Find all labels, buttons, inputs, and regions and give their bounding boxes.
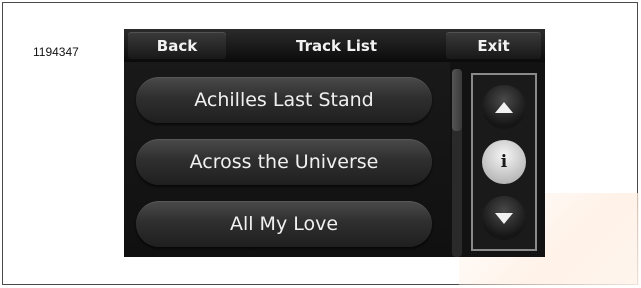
figure-number: 1194347 — [33, 45, 79, 59]
back-button[interactable]: Back — [128, 32, 226, 59]
scroll-up-button[interactable] — [482, 85, 526, 129]
screen-title: Track List — [296, 36, 377, 55]
triangle-down-icon — [495, 212, 513, 224]
header-bar: Back Track List Exit — [124, 29, 545, 62]
scroll-controls: i — [471, 73, 537, 251]
scroll-down-button[interactable] — [482, 196, 526, 240]
triangle-up-icon — [495, 101, 513, 113]
infotainment-screen: Back Track List Exit Achilles Last Stand… — [124, 29, 545, 257]
track-list-item[interactable]: All My Love — [136, 201, 432, 247]
info-icon: i — [500, 152, 508, 172]
exit-button[interactable]: Exit — [446, 32, 541, 59]
scrollbar[interactable] — [452, 69, 462, 257]
track-list-item[interactable]: Across the Universe — [136, 139, 432, 185]
track-list: Achilles Last Stand Across the Universe … — [124, 62, 450, 257]
info-button[interactable]: i — [482, 140, 526, 184]
track-list-item[interactable]: Achilles Last Stand — [136, 77, 432, 123]
scrollbar-thumb[interactable] — [452, 69, 462, 131]
